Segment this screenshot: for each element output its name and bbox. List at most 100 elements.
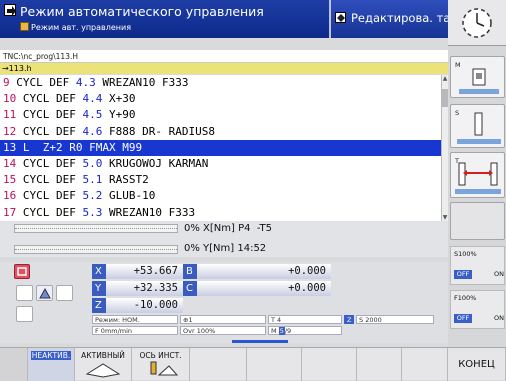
softkey-inactive[interactable]: НЕАКТИВ. (28, 348, 75, 381)
axis-c-label: C (183, 281, 197, 296)
axis-b-value: +0.000 (197, 264, 331, 279)
line-params: WREZAN10 F333 (95, 76, 189, 89)
position-display: X +53.667 Y +32.335 Z -10.000 B +0.000 C… (0, 262, 448, 343)
line-number: 15 (3, 173, 17, 187)
softkey-empty-5[interactable] (402, 348, 448, 381)
line-number: 12 (3, 124, 17, 138)
feed-override[interactable]: F100% OFF ON (450, 290, 505, 329)
line-number: 9 (3, 76, 10, 89)
tool-cell: T 4 (268, 315, 342, 324)
softkey-active[interactable]: АКТИВНЫЙ (75, 348, 132, 381)
softkey-empty-3[interactable] (302, 348, 357, 381)
tool-axis-icon (150, 361, 178, 376)
program-line[interactable]: 11 CYCL DEF 4.5 Y+90 (0, 107, 441, 123)
feed-cell: F 0mm/min (92, 326, 178, 335)
override-cell: Ovr 100% (180, 326, 266, 335)
program-line[interactable]: 15 CYCL DEF 5.1 RASST2 (0, 172, 441, 188)
axis-z-value: -10.000 (106, 298, 183, 313)
line-number: 13 (3, 140, 17, 154)
m-function-softkey[interactable]: M (450, 56, 505, 98)
line-command: CYCL DEF (16, 205, 83, 219)
right-softkey-column: M S T S100% OFF ON F100% OFF ON (448, 46, 506, 347)
mode-header: Режим автоматического управления Режим а… (0, 0, 331, 38)
spindle-off-badge: OFF (454, 270, 472, 279)
line-params: F888 DR- RADIUS8 (102, 124, 215, 138)
s-function-softkey[interactable]: S (450, 104, 505, 148)
tool-icon (39, 287, 51, 299)
edit-header[interactable]: Редактирова. таб... (331, 0, 468, 38)
blank-button-2[interactable] (56, 285, 73, 301)
program-path: TNC:\nc_prog\113.H (0, 50, 448, 63)
cycle-number: 4.6 (82, 124, 103, 138)
blank-button-1[interactable] (16, 285, 33, 301)
spindle-override[interactable]: S100% OFF ON (450, 246, 505, 285)
speed-cell: S 2000 (356, 315, 434, 324)
record-button[interactable] (14, 264, 30, 279)
feed-override-value: F100% (454, 294, 477, 302)
line-command: CYCL DEF (16, 156, 83, 170)
feed-off-badge: OFF (454, 314, 472, 323)
program-listing[interactable]: 9 CYCL DEF 4.3 WREZAN10 F333 10 CYCL DEF … (0, 75, 441, 221)
tool-change-icon (455, 162, 501, 194)
softkey-end[interactable]: КОНЕЦ (448, 348, 506, 381)
program-scrollbar[interactable]: ▲ ▼ (441, 75, 448, 221)
softkey-empty-2[interactable] (247, 348, 302, 381)
stop-icon (17, 267, 27, 276)
line-params: WREZAN10 F333 (102, 205, 196, 219)
y-progress-bar (14, 245, 178, 254)
m-function-cell: M 5/9 (268, 326, 342, 335)
line-command: CYCL DEF (16, 92, 83, 106)
spindle-override-value: S100% (454, 250, 477, 258)
x-progress-bar (14, 224, 178, 233)
line-params: RASST2 (102, 173, 149, 187)
mode-subtitle: Режим авт. управления (31, 23, 132, 32)
mode-title: Режим автоматического управления (20, 4, 264, 19)
line-params: GLUB-10 (102, 189, 156, 203)
program-line[interactable]: 12 CYCL DEF 4.6 F888 DR- RADIUS8 (0, 124, 441, 140)
status-panel: 0% X[Nm] P4 -T5 0% Y[Nm] 14:52 (0, 221, 448, 257)
mode-cell: Режим: НОМ. (92, 315, 178, 324)
cycle-number: 5.0 (82, 156, 103, 170)
status-line-1: 0% X[Nm] P4 -T5 (184, 223, 273, 234)
softkey-bar: НЕАКТИВ. АКТИВНЫЙ ОСЬ ИНСТ. КОНЕЦ (0, 347, 506, 381)
softkey-empty-1[interactable] (190, 348, 247, 381)
empty-softkey[interactable] (450, 202, 505, 240)
tool-axis-badge: Z (344, 315, 354, 324)
line-params: Y+90 (102, 108, 136, 122)
program-line[interactable]: 17 CYCL DEF 5.3 WREZAN10 F333 (0, 205, 441, 221)
m-function-prefix: M (271, 327, 279, 335)
line-number: 14 (3, 156, 17, 170)
program-line[interactable]: 14 CYCL DEF 5.0 KRUGOWOJ KARMAN (0, 156, 441, 172)
spindle-cell: ⊕1 (180, 315, 266, 324)
program-line[interactable]: 16 CYCL DEF 5.2 GLUB-10 (0, 188, 441, 204)
tool-display-button[interactable] (36, 285, 53, 301)
line-command: CYCL DEF (16, 124, 83, 138)
status-line-2: 0% Y[Nm] 14:52 (184, 243, 267, 254)
line-command: L Z+2 R0 FMAX M99 (16, 140, 143, 154)
cycle-number: 4.5 (82, 108, 103, 122)
softkey-active-label: АКТИВНЫЙ (81, 351, 125, 360)
line-params: KRUGOWOJ KARMAN (102, 156, 209, 170)
line-number: 16 (3, 189, 17, 203)
blank-button-3[interactable] (16, 306, 33, 322)
softkey-tool-axis[interactable]: ОСЬ ИНСТ. (132, 348, 190, 381)
edit-diamond-icon (335, 12, 346, 23)
axis-x-label: X (92, 264, 106, 279)
program-line[interactable]: 9 CYCL DEF 4.3 WREZAN10 F333 (0, 75, 441, 91)
program-run-icon (4, 4, 16, 16)
softkey-empty-4[interactable] (357, 348, 402, 381)
cycle-number: 5.1 (82, 173, 103, 187)
softkey-tool-axis-label: ОСЬ ИНСТ. (139, 351, 182, 360)
line-command: CYCL DEF (16, 108, 83, 122)
softkey-inactive-label: НЕАКТИВ. (31, 351, 71, 360)
axis-y-label: Y (92, 281, 106, 296)
program-line[interactable]: 10 CYCL DEF 4.4 X+30 (0, 91, 441, 107)
page-indicator (232, 340, 288, 343)
program-line[interactable]: 13 L Z+2 R0 FMAX M99 (0, 139, 441, 156)
clock-button[interactable] (448, 0, 506, 46)
line-params: X+30 (102, 92, 136, 106)
softkey-back[interactable] (0, 348, 28, 381)
t-function-softkey[interactable]: T (450, 152, 505, 198)
line-command: CYCL DEF (16, 173, 83, 187)
spindle-on-label: ON (494, 270, 504, 278)
